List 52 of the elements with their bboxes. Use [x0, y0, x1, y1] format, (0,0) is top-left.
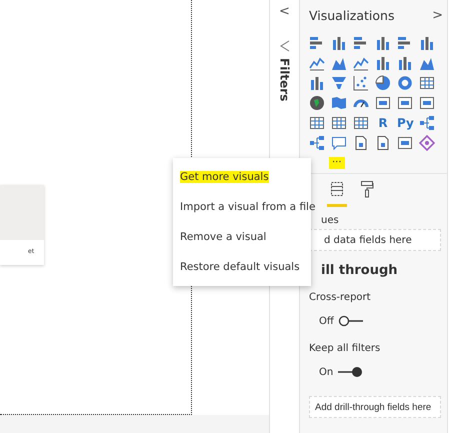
- document-icon[interactable]: [353, 135, 369, 151]
- funnel-icon[interactable]: [331, 75, 347, 91]
- bar-chart-icon[interactable]: [353, 35, 369, 51]
- column-chart-icon[interactable]: [375, 55, 391, 71]
- paint-roller-icon: [360, 180, 374, 198]
- column-chart-icon[interactable]: [419, 35, 435, 51]
- values-label: ues: [320, 215, 339, 226]
- scatter-chart-icon[interactable]: [353, 75, 369, 91]
- expand-button[interactable]: >: [430, 4, 445, 26]
- tree-icon[interactable]: [419, 115, 435, 131]
- table-icon[interactable]: [353, 115, 369, 131]
- values-field[interactable]: d data fields here: [309, 229, 441, 251]
- bar-chart-icon[interactable]: [397, 35, 413, 51]
- card-icon[interactable]: [419, 95, 435, 111]
- toggle-state: Off: [319, 316, 334, 326]
- column-chart-icon[interactable]: [331, 35, 347, 51]
- tree-icon[interactable]: [309, 135, 325, 151]
- menu-item[interactable]: Get more visuals: [173, 162, 311, 192]
- line-chart-icon[interactable]: [353, 55, 369, 71]
- drill-through-heading: ill through: [320, 263, 398, 278]
- toggle-switch[interactable]: [337, 366, 364, 378]
- table-icon[interactable]: [331, 115, 347, 131]
- pane-title: Visualizations: [309, 8, 394, 22]
- fields-icon: [330, 181, 344, 197]
- toggle-switch[interactable]: [338, 315, 364, 327]
- collapse-button[interactable]: <: [277, 0, 292, 23]
- filters-title: Filters: [278, 58, 292, 102]
- speech-bubble-icon[interactable]: [331, 135, 347, 151]
- diamond-icon[interactable]: [419, 135, 435, 151]
- menu-item[interactable]: Restore default visuals: [173, 252, 311, 282]
- donut-chart-icon[interactable]: [397, 75, 413, 91]
- more-button[interactable]: ···: [329, 157, 345, 169]
- table-icon[interactable]: [309, 115, 325, 131]
- menu-item[interactable]: Remove a visual: [173, 222, 311, 252]
- card-icon[interactable]: [397, 135, 413, 151]
- document-icon[interactable]: [375, 135, 391, 151]
- globe-icon[interactable]: [309, 95, 325, 111]
- column-chart-icon[interactable]: [309, 75, 325, 91]
- drill-through-field[interactable]: Add drill-through fields here: [309, 396, 441, 418]
- column-chart-icon[interactable]: [375, 35, 391, 51]
- card-icon[interactable]: [375, 95, 391, 111]
- column-chart-icon[interactable]: [397, 55, 413, 71]
- toggle-label: Keep all filters: [309, 343, 380, 354]
- pie-chart-icon[interactable]: [375, 75, 391, 91]
- toggle-state: On: [319, 366, 334, 378]
- toggle-label: Cross-report: [309, 292, 371, 303]
- card-icon[interactable]: [397, 95, 413, 111]
- map-icon[interactable]: [331, 95, 347, 111]
- filter-icon: [280, 40, 290, 52]
- table-icon[interactable]: [419, 75, 435, 91]
- bar-chart-icon[interactable]: [309, 35, 325, 51]
- line-chart-icon[interactable]: [309, 55, 325, 71]
